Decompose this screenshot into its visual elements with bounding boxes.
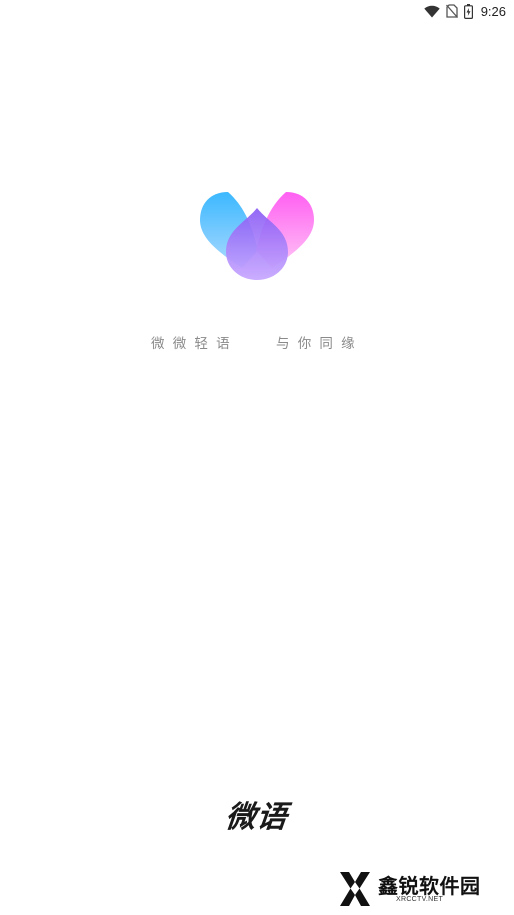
app-logo (198, 188, 316, 284)
status-bar: 9:26 (0, 0, 514, 22)
app-name: 微语 (223, 800, 290, 835)
watermark-text: 鑫锐软件园 (378, 874, 481, 898)
watermark-sub: XRCCTV.NET (396, 896, 444, 903)
battery-charging-icon (463, 3, 473, 19)
slogan-right: 与你同缘 (276, 336, 363, 352)
x-logo-icon (336, 870, 374, 912)
status-icons: 9:26 (423, 2, 506, 20)
watermark: 鑫锐软件园 XRCCTV.NET (336, 868, 496, 910)
slogan: 微微轻语 与你同缘 (0, 332, 514, 352)
slogan-left: 微微轻语 (151, 336, 238, 352)
no-sim-icon (445, 4, 458, 18)
wifi-icon (423, 5, 440, 18)
status-time: 9:26 (480, 3, 506, 19)
